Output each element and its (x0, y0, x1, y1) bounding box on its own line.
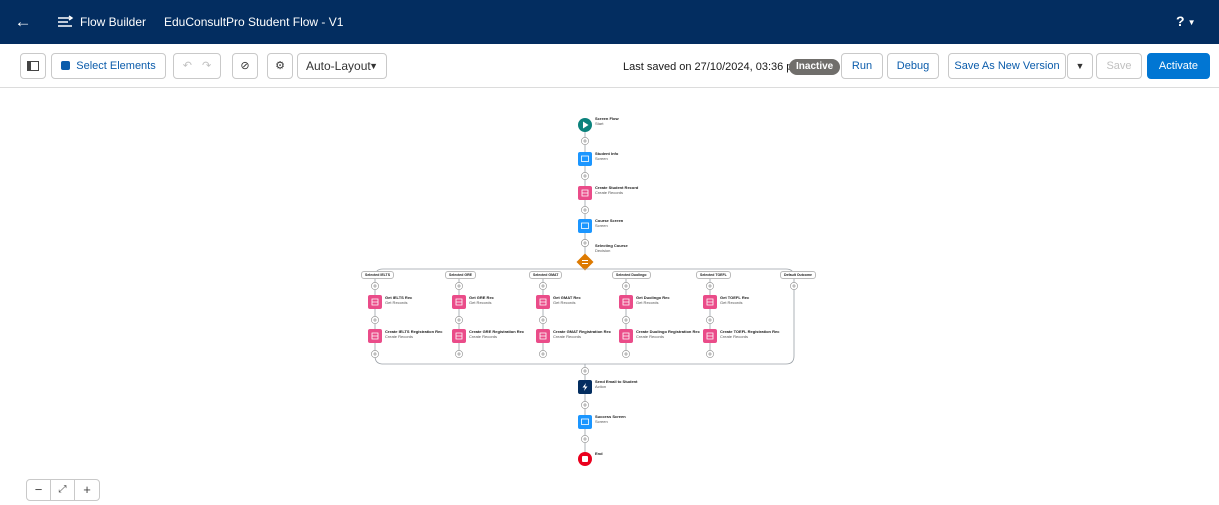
screen-node-icon (578, 152, 592, 166)
node-type: Create Records (595, 190, 624, 195)
node-action[interactable]: Send Email to Student Action (595, 379, 637, 389)
save-options-button[interactable]: ▼ (1067, 53, 1093, 79)
save-as-new-version-button[interactable]: Save As New Version (948, 53, 1066, 79)
branch-label: Selected IELTS (361, 271, 395, 279)
node-decision[interactable]: Selecting Course Decision (595, 243, 628, 253)
node-end[interactable]: End (595, 451, 603, 456)
debug-button[interactable]: Debug (887, 53, 939, 79)
node-get-4[interactable]: Get TOEFL Rec Get Records (720, 295, 749, 305)
screen-node-icon (578, 415, 592, 429)
branch-label: Selected TOEFL (696, 271, 731, 279)
flow-canvas[interactable]: Screen Flow Start Student Info Screen Create… (0, 89, 1219, 505)
node-type: Create Records (720, 334, 749, 339)
gear-icon: ⚙ (275, 60, 285, 72)
decision-icon (576, 253, 594, 271)
screen-node-icon (578, 219, 592, 233)
flow-icon (58, 15, 74, 27)
node-type: Decision (595, 248, 611, 253)
node-type: Screen (595, 156, 608, 161)
zoom-controls: − ⤢ + (26, 479, 100, 501)
node-type: Screen (595, 419, 608, 424)
branch-label: Selected GMAT (529, 271, 563, 279)
undo-redo-group: ↶ ↷ (173, 53, 221, 79)
node-get-3[interactable]: Get Duolingo Rec Get Records (636, 295, 670, 305)
status-badge: Inactive (789, 59, 841, 75)
flow-name: EduConsultPro Student Flow - V1 (164, 15, 344, 29)
select-elements-button[interactable]: Select Elements (51, 53, 166, 79)
layout-value: Auto-Layout (306, 59, 371, 73)
branch-label: Default Outcome (780, 271, 817, 279)
toolbar: Select Elements ↶ ↷ ⊘ ⚙ Auto-Layout ▼ Last… (0, 44, 1219, 88)
node-type: Screen (595, 223, 608, 228)
chevron-down-icon: ▼ (1187, 17, 1196, 27)
last-saved-text: Last saved on 27/10/2024, 03:36 pm (623, 61, 802, 73)
node-type: Create Records (553, 334, 582, 339)
node-type: Get Records (553, 300, 576, 305)
branch-top-connector (374, 268, 795, 278)
clear-button[interactable]: ⊘ (232, 53, 258, 79)
node-create-2[interactable]: Create GMAT Registration Rec Create Recor… (553, 329, 611, 339)
node-type: Get Records (469, 300, 492, 305)
node-0[interactable]: Student Info Screen (595, 151, 618, 161)
activate-button[interactable]: Activate (1147, 53, 1210, 79)
node-title: End (595, 451, 603, 456)
chevron-down-icon: ▼ (1075, 61, 1085, 71)
node-type: Start (595, 121, 604, 126)
node-create-3[interactable]: Create Duolingo Registration Rec Create R… (636, 329, 700, 339)
node-type: Create Records (385, 334, 414, 339)
zoom-in-button[interactable]: + (75, 480, 99, 500)
layout-dropdown[interactable]: Auto-Layout ▼ (297, 53, 387, 79)
node-create-0[interactable]: Create IELTS Registration Rec Create Reco… (385, 329, 443, 339)
node-success[interactable]: Success Screen Screen (595, 414, 626, 424)
node-type: Get Records (636, 300, 659, 305)
stop-icon (582, 456, 588, 462)
select-elements-label: Select Elements (76, 60, 156, 72)
fit-view-button[interactable]: ⤢ (51, 480, 75, 500)
node-start[interactable]: Screen Flow Start (595, 116, 619, 126)
chevron-down-icon: ▼ (369, 61, 378, 71)
undo-icon[interactable]: ↶ (183, 60, 192, 72)
run-button[interactable]: Run (841, 53, 883, 79)
back-arrow-icon[interactable]: ← (8, 8, 38, 36)
branch-bottom-connector (374, 355, 795, 365)
toggle-panel-button[interactable] (20, 53, 46, 79)
node-get-1[interactable]: Get GRE Rec Get Records (469, 295, 494, 305)
branch-label: Selected Duolingo (612, 271, 651, 279)
redo-icon[interactable]: ↷ (202, 60, 211, 72)
panel-icon (27, 61, 39, 71)
node-type: Create Records (469, 334, 498, 339)
node-type: Create Records (636, 334, 665, 339)
node-type: Action (595, 384, 607, 389)
global-header: ← Flow Builder EduConsultPro Student Flo… (0, 0, 1219, 44)
zoom-out-button[interactable]: − (27, 480, 51, 500)
select-elements-icon (61, 61, 71, 70)
help-icon: ? (1176, 13, 1185, 29)
node-type: Get Records (720, 300, 743, 305)
save-button: Save (1096, 53, 1142, 79)
node-2[interactable]: Course Screen Screen (595, 218, 623, 228)
settings-button[interactable]: ⚙ (267, 53, 293, 79)
branch-label: Selected GRE (445, 271, 476, 279)
app-name: Flow Builder (80, 15, 147, 29)
node-create-1[interactable]: Create GRE Registration Rec Create Record… (469, 329, 524, 339)
node-get-0[interactable]: Get IELTS Rec Get Records (385, 295, 412, 305)
node-create-4[interactable]: Create TOEFL Registration Rec Create Reco… (720, 329, 779, 339)
help-menu[interactable]: ? ▼ (1176, 13, 1195, 29)
node-1[interactable]: Create Student Record Create Records (595, 185, 638, 195)
no-entry-icon: ⊘ (240, 60, 250, 72)
node-type: Get Records (385, 300, 408, 305)
node-get-2[interactable]: Get GMAT Rec Get Records (553, 295, 581, 305)
